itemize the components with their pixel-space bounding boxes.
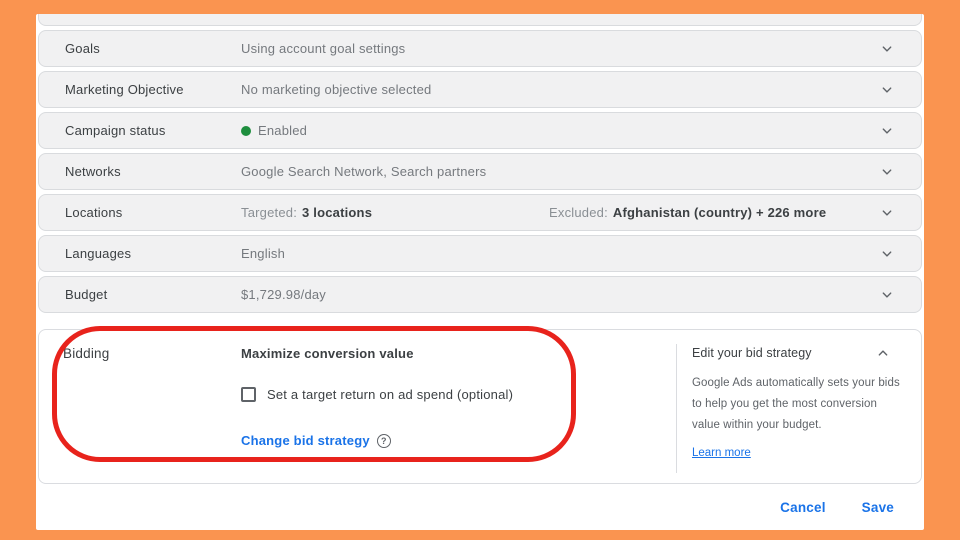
settings-row-locations[interactable]: Locations Targeted: 3 locations Excluded… xyxy=(38,194,922,231)
settings-row-campaign-status[interactable]: Campaign status Enabled xyxy=(38,112,922,149)
targeted-value: 3 locations xyxy=(302,205,373,220)
campaign-settings-panel: Goals Using account goal settings Market… xyxy=(36,14,924,530)
help-panel-description: Google Ads automatically sets your bids … xyxy=(692,377,900,431)
chevron-down-icon[interactable] xyxy=(879,287,895,303)
bidding-label: Bidding xyxy=(63,346,110,361)
settings-row-marketing-objective[interactable]: Marketing Objective No marketing objecti… xyxy=(38,71,922,108)
chevron-down-icon[interactable] xyxy=(879,82,895,98)
excluded-value: Afghanistan (country) + 226 more xyxy=(612,205,827,220)
row-label: Networks xyxy=(65,164,121,179)
status-enabled-dot-icon xyxy=(241,125,251,136)
row-value: Enabled xyxy=(241,123,307,138)
row-value: Google Search Network, Search partners xyxy=(241,164,487,179)
change-bid-strategy-row: Change bid strategy ? xyxy=(241,433,391,448)
settings-row-networks[interactable]: Networks Google Search Network, Search p… xyxy=(38,153,922,190)
targeted-locations: Targeted: 3 locations xyxy=(241,205,372,220)
bid-strategy-help-panel: Edit your bid strategy Google Ads automa… xyxy=(676,344,922,473)
action-footer: Cancel Save xyxy=(38,484,922,530)
change-bid-strategy-link[interactable]: Change bid strategy xyxy=(241,433,370,448)
row-label: Campaign status xyxy=(65,123,166,138)
chevron-down-icon[interactable] xyxy=(879,246,895,262)
targeted-prefix: Targeted: xyxy=(241,205,298,220)
save-button[interactable]: Save xyxy=(862,500,894,515)
chevron-down-icon[interactable] xyxy=(879,123,895,139)
chevron-up-icon[interactable] xyxy=(875,345,891,361)
excluded-prefix: Excluded: xyxy=(549,205,608,220)
row-label: Locations xyxy=(65,205,123,220)
settings-row-languages[interactable]: Languages English xyxy=(38,235,922,272)
row-label: Marketing Objective xyxy=(65,82,184,97)
row-partial-cutoff xyxy=(38,14,922,26)
excluded-locations: Excluded: Afghanistan (country) + 226 mo… xyxy=(549,205,826,220)
row-value: Using account goal settings xyxy=(241,41,406,56)
bidding-section: Bidding Maximize conversion value Set a … xyxy=(38,329,922,484)
chevron-down-icon[interactable] xyxy=(879,205,895,221)
settings-row-goals[interactable]: Goals Using account goal settings xyxy=(38,30,922,67)
target-roas-checkbox[interactable] xyxy=(241,387,256,402)
status-text: Enabled xyxy=(258,123,308,138)
row-label: Goals xyxy=(65,41,100,56)
target-roas-option[interactable]: Set a target return on ad spend (optiona… xyxy=(241,387,513,402)
chevron-down-icon[interactable] xyxy=(879,41,895,57)
row-value: $1,729.98/day xyxy=(241,287,327,302)
cancel-button[interactable]: Cancel xyxy=(780,500,825,515)
learn-more-link[interactable]: Learn more xyxy=(692,447,751,459)
chevron-down-icon[interactable] xyxy=(879,164,895,180)
bid-strategy-value: Maximize conversion value xyxy=(241,346,414,361)
row-label: Languages xyxy=(65,246,132,261)
help-icon[interactable]: ? xyxy=(376,433,391,448)
google-ads-campaign-settings-screen: Goals Using account goal settings Market… xyxy=(0,0,960,540)
row-label: Budget xyxy=(65,287,108,302)
target-roas-label: Set a target return on ad spend (optiona… xyxy=(267,387,514,402)
row-value: English xyxy=(241,246,286,261)
settings-row-budget[interactable]: Budget $1,729.98/day xyxy=(38,276,922,313)
row-value: No marketing objective selected xyxy=(241,82,432,97)
